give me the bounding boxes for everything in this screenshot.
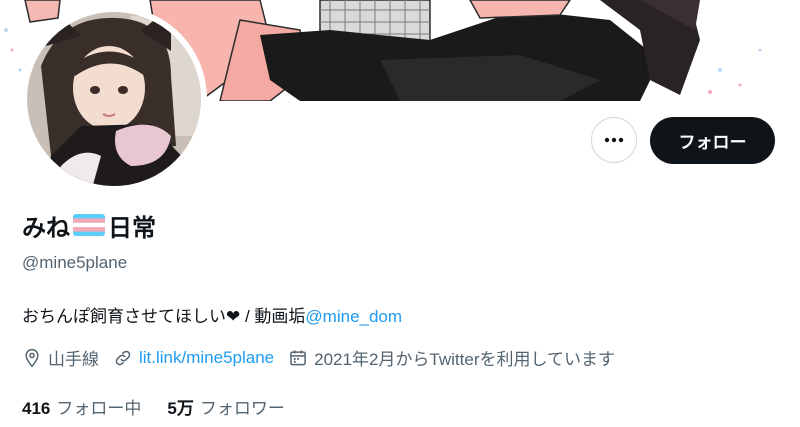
- calendar-icon: [290, 350, 306, 365]
- display-name-part2: 日常: [108, 215, 156, 242]
- more-options-button[interactable]: [591, 117, 637, 163]
- joined-item: 2021年2月からTwitterを利用しています: [288, 345, 615, 370]
- follow-button[interactable]: フォロー: [650, 117, 775, 164]
- location-text: 山手線: [48, 350, 99, 369]
- profile-avatar[interactable]: [21, 6, 207, 192]
- joined-text: 2021年2月からTwitterを利用しています: [314, 350, 615, 369]
- link-icon: [115, 350, 131, 365]
- bio-mention-link[interactable]: @mine_dom: [305, 307, 402, 326]
- location-pin-icon: [25, 348, 39, 367]
- display-name-part1: みね: [22, 215, 70, 242]
- more-dots-icon: [604, 137, 624, 143]
- location-item: 山手線: [22, 345, 99, 370]
- followers-label: フォロワー: [199, 399, 285, 418]
- website-link[interactable]: lit.link/mine5plane: [139, 348, 274, 368]
- following-count: 416: [22, 399, 51, 418]
- profile-meta-row: 山手線 lit.link/mine5plane 2021年2月からTwitter…: [22, 345, 629, 370]
- profile-bio: おちんぽ飼育させてほしい❤ / 動画垢@mine_dom: [22, 302, 402, 327]
- followers-count: 5万: [167, 399, 194, 418]
- display-name: みね 日常: [22, 213, 156, 245]
- bio-text: おちんぽ飼育させてほしい❤ / 動画垢: [22, 307, 306, 326]
- website-item: lit.link/mine5plane: [113, 348, 274, 368]
- followers-link[interactable]: 5万 フォロワー: [167, 394, 284, 419]
- following-link[interactable]: 416 フォロー中: [22, 394, 141, 419]
- transgender-flag-icon: [73, 213, 105, 245]
- following-label: フォロー中: [56, 399, 142, 418]
- username-handle: @mine5plane: [22, 253, 128, 272]
- follow-stats: 416 フォロー中 5万 フォロワー: [22, 394, 311, 419]
